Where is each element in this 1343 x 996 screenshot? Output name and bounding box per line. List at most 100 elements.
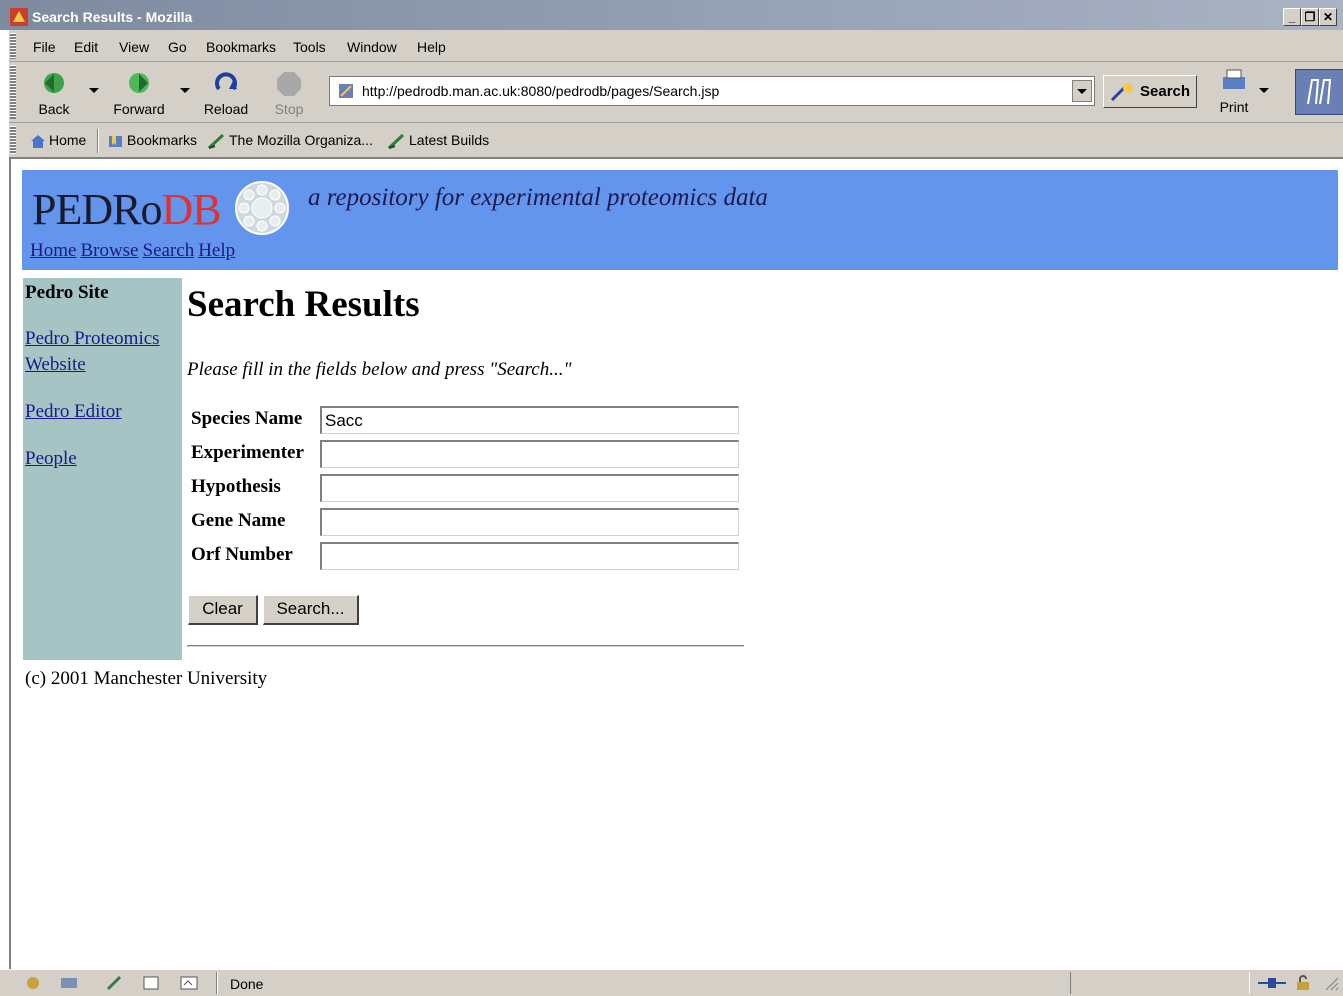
- menu-view[interactable]: View: [119, 39, 149, 55]
- site-nav: Home Browse Search Help: [30, 240, 239, 262]
- printer-icon: [1223, 69, 1245, 89]
- menubar-grip[interactable]: [10, 33, 16, 59]
- divider: [187, 645, 744, 647]
- search-button[interactable]: Search: [1103, 75, 1197, 108]
- online-status-icon[interactable]: [1256, 975, 1288, 991]
- personal-home[interactable]: Home: [29, 132, 86, 149]
- sidebar-link-editor[interactable]: Pedro Editor: [25, 399, 122, 425]
- mozilla-throbber-logo[interactable]: [1295, 69, 1343, 115]
- navigator-icon[interactable]: [24, 975, 42, 991]
- forward-history-dropdown[interactable]: [180, 88, 190, 93]
- search-button-label: Search: [1140, 83, 1191, 100]
- close-button[interactable]: ✕: [1319, 8, 1337, 26]
- page-content: PEDRoDB a repository for experimental pr…: [9, 157, 1343, 969]
- species-name-input[interactable]: [320, 406, 739, 434]
- logo-db-text: DB: [161, 185, 221, 234]
- url-history-dropdown[interactable]: [1072, 80, 1092, 102]
- back-label: Back: [38, 101, 70, 117]
- print-button[interactable]: Print: [1209, 65, 1259, 117]
- sidebar: Pedro Site Pedro Proteomics Website Pedr…: [23, 278, 182, 660]
- bookmarks-icon: [109, 136, 122, 148]
- personal-toolbar: Home Bookmarks The Mozilla Organiza... L…: [9, 123, 1343, 157]
- status-bar: Done: [0, 969, 1343, 996]
- search-icon: [1110, 83, 1133, 102]
- window-titlebar: Search Results - Mozilla _ ❐ ✕: [0, 0, 1343, 30]
- personal-bookmarks-label: Bookmarks: [127, 132, 198, 148]
- menu-bar: File Edit View Go Bookmarks Tools Window…: [9, 30, 1343, 62]
- experimenter-label: Experimenter: [191, 442, 304, 463]
- reload-label: Reload: [203, 101, 249, 117]
- protein-wheel-logo-icon: [235, 181, 289, 235]
- menu-bookmarks[interactable]: Bookmarks: [206, 39, 276, 55]
- gene-name-label: Gene Name: [191, 510, 286, 531]
- back-button[interactable]: Back: [19, 67, 89, 119]
- stop-icon: [277, 72, 301, 96]
- resize-grip-icon[interactable]: [1322, 975, 1340, 991]
- url-text: http://pedrodb.man.ac.uk:8080/pedrodb/pa…: [362, 83, 720, 99]
- forward-arrow-icon: [129, 73, 149, 93]
- menu-file[interactable]: File: [33, 39, 56, 55]
- menu-tools[interactable]: Tools: [293, 39, 326, 55]
- back-arrow-icon: [44, 73, 64, 93]
- orf-number-input[interactable]: [320, 542, 739, 570]
- search-submit-button[interactable]: Search...: [263, 595, 359, 625]
- menu-help[interactable]: Help: [417, 39, 446, 55]
- chat-icon[interactable]: [180, 975, 198, 991]
- mail-icon[interactable]: [60, 975, 78, 991]
- footer-copyright: (c) 2001 Manchester University: [25, 668, 268, 689]
- nav-help-link[interactable]: Help: [198, 240, 235, 261]
- nav-home-link[interactable]: Home: [30, 240, 76, 261]
- navbar-grip[interactable]: [10, 65, 16, 119]
- species-name-label: Species Name: [191, 408, 303, 429]
- address-book-icon[interactable]: [142, 975, 160, 991]
- progress-panel: [1070, 972, 1250, 994]
- back-history-dropdown[interactable]: [89, 88, 99, 93]
- sidebar-link-website[interactable]: Website: [25, 352, 86, 378]
- reload-button[interactable]: Reload: [191, 67, 261, 119]
- site-logo[interactable]: PEDRoDB: [32, 184, 222, 235]
- reload-icon: [215, 72, 237, 91]
- menu-go[interactable]: Go: [168, 39, 187, 55]
- site-tagline: a repository for experimental proteomics…: [308, 184, 768, 211]
- personal-latest-builds-label: Latest Builds: [409, 132, 490, 148]
- form-instructions: Please fill in the fields below and pres…: [187, 359, 572, 380]
- throbber-icon: [1307, 79, 1332, 105]
- print-dropdown[interactable]: [1259, 88, 1269, 93]
- forward-button[interactable]: Forward: [104, 67, 174, 119]
- stop-button[interactable]: Stop: [254, 67, 324, 119]
- page-title: Search Results: [187, 284, 420, 325]
- menu-edit[interactable]: Edit: [74, 39, 98, 55]
- personal-home-label: Home: [49, 132, 87, 148]
- page-icon: [339, 84, 353, 98]
- sidebar-title: Pedro Site: [25, 282, 109, 303]
- personal-mozilla-org-label: The Mozilla Organiza...: [229, 132, 373, 148]
- personalbar-grip[interactable]: [10, 126, 16, 154]
- toolbar-separator: [97, 129, 99, 153]
- nav-browse-link[interactable]: Browse: [80, 240, 138, 261]
- logo-main-text: PEDRo: [32, 185, 162, 234]
- personal-latest-builds[interactable]: Latest Builds: [387, 132, 490, 150]
- personal-bookmarks[interactable]: Bookmarks: [107, 132, 197, 149]
- sidebar-link-people[interactable]: People: [25, 446, 77, 472]
- clear-button[interactable]: Clear: [188, 595, 258, 625]
- sidebar-link-proteomics[interactable]: Pedro Proteomics: [25, 326, 160, 352]
- hypothesis-input[interactable]: [320, 474, 739, 502]
- experimenter-input[interactable]: [320, 440, 739, 468]
- bookmark-link-icon: [207, 134, 225, 150]
- composer-icon[interactable]: [106, 975, 124, 991]
- minimize-button[interactable]: _: [1283, 8, 1301, 26]
- restore-button[interactable]: ❐: [1301, 8, 1319, 26]
- hypothesis-label: Hypothesis: [191, 476, 281, 497]
- bookmark-link-icon: [387, 134, 405, 150]
- gene-name-input[interactable]: [320, 508, 739, 536]
- orf-number-label: Orf Number: [191, 544, 293, 565]
- browser-chrome: File Edit View Go Bookmarks Tools Window…: [9, 30, 1343, 157]
- window-title: Search Results - Mozilla: [32, 9, 193, 25]
- nav-search-link[interactable]: Search: [143, 240, 195, 261]
- status-text: Done: [230, 976, 264, 992]
- menu-window[interactable]: Window: [347, 39, 397, 55]
- site-banner: PEDRoDB a repository for experimental pr…: [22, 170, 1338, 270]
- url-bar[interactable]: http://pedrodb.man.ac.uk:8080/pedrodb/pa…: [329, 76, 1095, 106]
- personal-mozilla-org[interactable]: The Mozilla Organiza...: [207, 132, 373, 150]
- security-lock-icon[interactable]: [1294, 975, 1312, 991]
